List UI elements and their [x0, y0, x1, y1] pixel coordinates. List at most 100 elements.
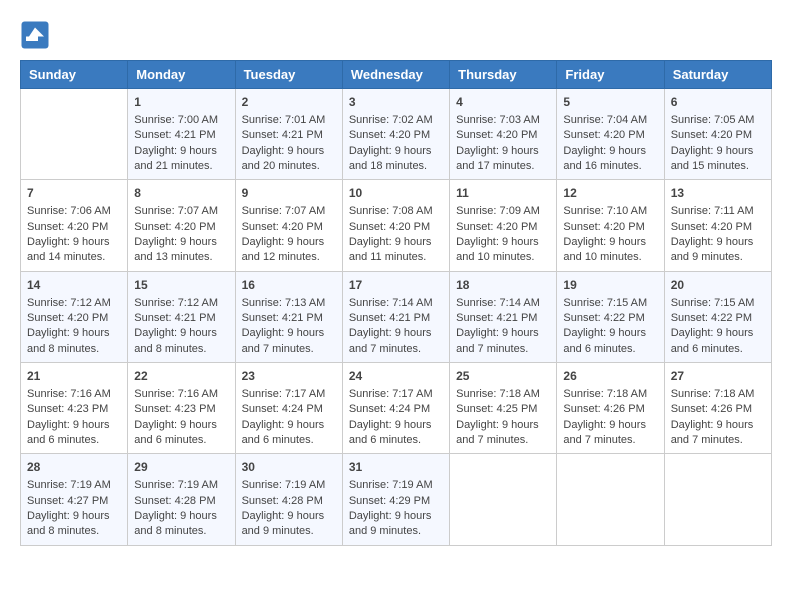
calendar-cell: 11Sunrise: 7:09 AMSunset: 4:20 PMDayligh…	[450, 180, 557, 271]
calendar-cell	[450, 454, 557, 545]
day-info: Sunset: 4:20 PM	[563, 220, 657, 235]
day-info: and 10 minutes.	[456, 250, 550, 265]
day-number: 22	[134, 368, 228, 385]
day-info: and 13 minutes.	[134, 250, 228, 265]
day-number: 5	[563, 94, 657, 111]
day-info: Sunset: 4:20 PM	[563, 128, 657, 143]
day-info: and 8 minutes.	[27, 524, 121, 539]
day-info: Sunrise: 7:18 AM	[563, 387, 657, 402]
day-info: and 8 minutes.	[134, 342, 228, 357]
calendar-cell: 29Sunrise: 7:19 AMSunset: 4:28 PMDayligh…	[128, 454, 235, 545]
day-info: and 17 minutes.	[456, 159, 550, 174]
day-info: Daylight: 9 hours	[349, 144, 443, 159]
day-number: 25	[456, 368, 550, 385]
day-number: 26	[563, 368, 657, 385]
day-info: Sunrise: 7:07 AM	[134, 204, 228, 219]
day-info: Sunset: 4:21 PM	[349, 311, 443, 326]
day-info: Sunset: 4:20 PM	[349, 220, 443, 235]
calendar-cell: 19Sunrise: 7:15 AMSunset: 4:22 PMDayligh…	[557, 271, 664, 362]
day-header-friday: Friday	[557, 61, 664, 89]
calendar-cell	[21, 89, 128, 180]
day-info: and 8 minutes.	[134, 524, 228, 539]
calendar-cell: 4Sunrise: 7:03 AMSunset: 4:20 PMDaylight…	[450, 89, 557, 180]
day-info: Sunrise: 7:11 AM	[671, 204, 765, 219]
calendar-cell: 28Sunrise: 7:19 AMSunset: 4:27 PMDayligh…	[21, 454, 128, 545]
calendar-cell: 15Sunrise: 7:12 AMSunset: 4:21 PMDayligh…	[128, 271, 235, 362]
day-info: Daylight: 9 hours	[671, 144, 765, 159]
day-number: 11	[456, 185, 550, 202]
calendar-cell: 18Sunrise: 7:14 AMSunset: 4:21 PMDayligh…	[450, 271, 557, 362]
day-info: Daylight: 9 hours	[134, 326, 228, 341]
day-info: Sunrise: 7:05 AM	[671, 113, 765, 128]
day-number: 7	[27, 185, 121, 202]
logo	[20, 20, 54, 50]
day-info: Daylight: 9 hours	[27, 235, 121, 250]
day-info: Sunrise: 7:02 AM	[349, 113, 443, 128]
day-info: Daylight: 9 hours	[27, 418, 121, 433]
calendar-cell: 17Sunrise: 7:14 AMSunset: 4:21 PMDayligh…	[342, 271, 449, 362]
day-info: Daylight: 9 hours	[242, 144, 336, 159]
day-number: 15	[134, 277, 228, 294]
day-info: Sunrise: 7:14 AM	[456, 296, 550, 311]
day-info: Sunset: 4:21 PM	[456, 311, 550, 326]
day-info: Sunset: 4:20 PM	[27, 311, 121, 326]
calendar-cell: 10Sunrise: 7:08 AMSunset: 4:20 PMDayligh…	[342, 180, 449, 271]
day-number: 2	[242, 94, 336, 111]
day-info: Sunset: 4:24 PM	[242, 402, 336, 417]
day-info: Sunrise: 7:00 AM	[134, 113, 228, 128]
day-header-monday: Monday	[128, 61, 235, 89]
day-info: Daylight: 9 hours	[456, 418, 550, 433]
day-info: and 21 minutes.	[134, 159, 228, 174]
day-info: Daylight: 9 hours	[563, 235, 657, 250]
calendar-cell: 31Sunrise: 7:19 AMSunset: 4:29 PMDayligh…	[342, 454, 449, 545]
day-info: and 9 minutes.	[349, 524, 443, 539]
calendar-cell: 8Sunrise: 7:07 AMSunset: 4:20 PMDaylight…	[128, 180, 235, 271]
day-info: Sunset: 4:20 PM	[27, 220, 121, 235]
day-info: Sunset: 4:25 PM	[456, 402, 550, 417]
calendar-cell: 30Sunrise: 7:19 AMSunset: 4:28 PMDayligh…	[235, 454, 342, 545]
calendar-cell: 13Sunrise: 7:11 AMSunset: 4:20 PMDayligh…	[664, 180, 771, 271]
day-info: Sunrise: 7:18 AM	[456, 387, 550, 402]
day-info: Sunset: 4:26 PM	[671, 402, 765, 417]
day-info: Daylight: 9 hours	[456, 144, 550, 159]
calendar-cell: 7 Sunrise: 7:06 AMSunset: 4:20 PMDaylight…	[21, 180, 128, 271]
day-info: Daylight: 9 hours	[242, 326, 336, 341]
day-info: and 6 minutes.	[242, 433, 336, 448]
day-info: Sunrise: 7:15 AM	[563, 296, 657, 311]
calendar-cell: 20Sunrise: 7:15 AMSunset: 4:22 PMDayligh…	[664, 271, 771, 362]
calendar-cell	[664, 454, 771, 545]
day-info: and 8 minutes.	[27, 342, 121, 357]
week-row-5: 28Sunrise: 7:19 AMSunset: 4:27 PMDayligh…	[21, 454, 772, 545]
day-info: Sunset: 4:21 PM	[242, 311, 336, 326]
day-info: Sunset: 4:21 PM	[134, 128, 228, 143]
day-info: Sunrise: 7:12 AM	[134, 296, 228, 311]
day-info: Sunset: 4:22 PM	[563, 311, 657, 326]
calendar-cell: 16Sunrise: 7:13 AMSunset: 4:21 PMDayligh…	[235, 271, 342, 362]
day-info: Sunrise: 7:04 AM	[563, 113, 657, 128]
page-header	[20, 20, 772, 50]
day-info: Daylight: 9 hours	[349, 418, 443, 433]
day-number: 31	[349, 459, 443, 476]
day-info: and 15 minutes.	[671, 159, 765, 174]
calendar-cell: 14Sunrise: 7:12 AMSunset: 4:20 PMDayligh…	[21, 271, 128, 362]
day-info: Sunrise: 7:16 AM	[134, 387, 228, 402]
day-info: Daylight: 9 hours	[456, 235, 550, 250]
day-info: Sunrise: 7:06 AM	[27, 204, 121, 219]
day-info: and 6 minutes.	[27, 433, 121, 448]
week-row-2: 7Sunrise: 7:06 AMSunset: 4:20 PMDaylight…	[21, 180, 772, 271]
day-info: Daylight: 9 hours	[134, 418, 228, 433]
day-info: Daylight: 9 hours	[134, 144, 228, 159]
day-info: Sunset: 4:26 PM	[563, 402, 657, 417]
calendar-cell: 1Sunrise: 7:00 AMSunset: 4:21 PMDaylight…	[128, 89, 235, 180]
day-info: Sunrise: 7:12 AM	[27, 296, 121, 311]
day-header-tuesday: Tuesday	[235, 61, 342, 89]
day-info: Daylight: 9 hours	[563, 144, 657, 159]
day-info: Sunrise: 7:03 AM	[456, 113, 550, 128]
day-number: 27	[671, 368, 765, 385]
day-info: Sunset: 4:24 PM	[349, 402, 443, 417]
calendar-cell: 27Sunrise: 7:18 AMSunset: 4:26 PMDayligh…	[664, 363, 771, 454]
day-info: Daylight: 9 hours	[563, 326, 657, 341]
calendar-cell: 22Sunrise: 7:16 AMSunset: 4:23 PMDayligh…	[128, 363, 235, 454]
day-info: and 14 minutes.	[27, 250, 121, 265]
day-info: Sunrise: 7:01 AM	[242, 113, 336, 128]
